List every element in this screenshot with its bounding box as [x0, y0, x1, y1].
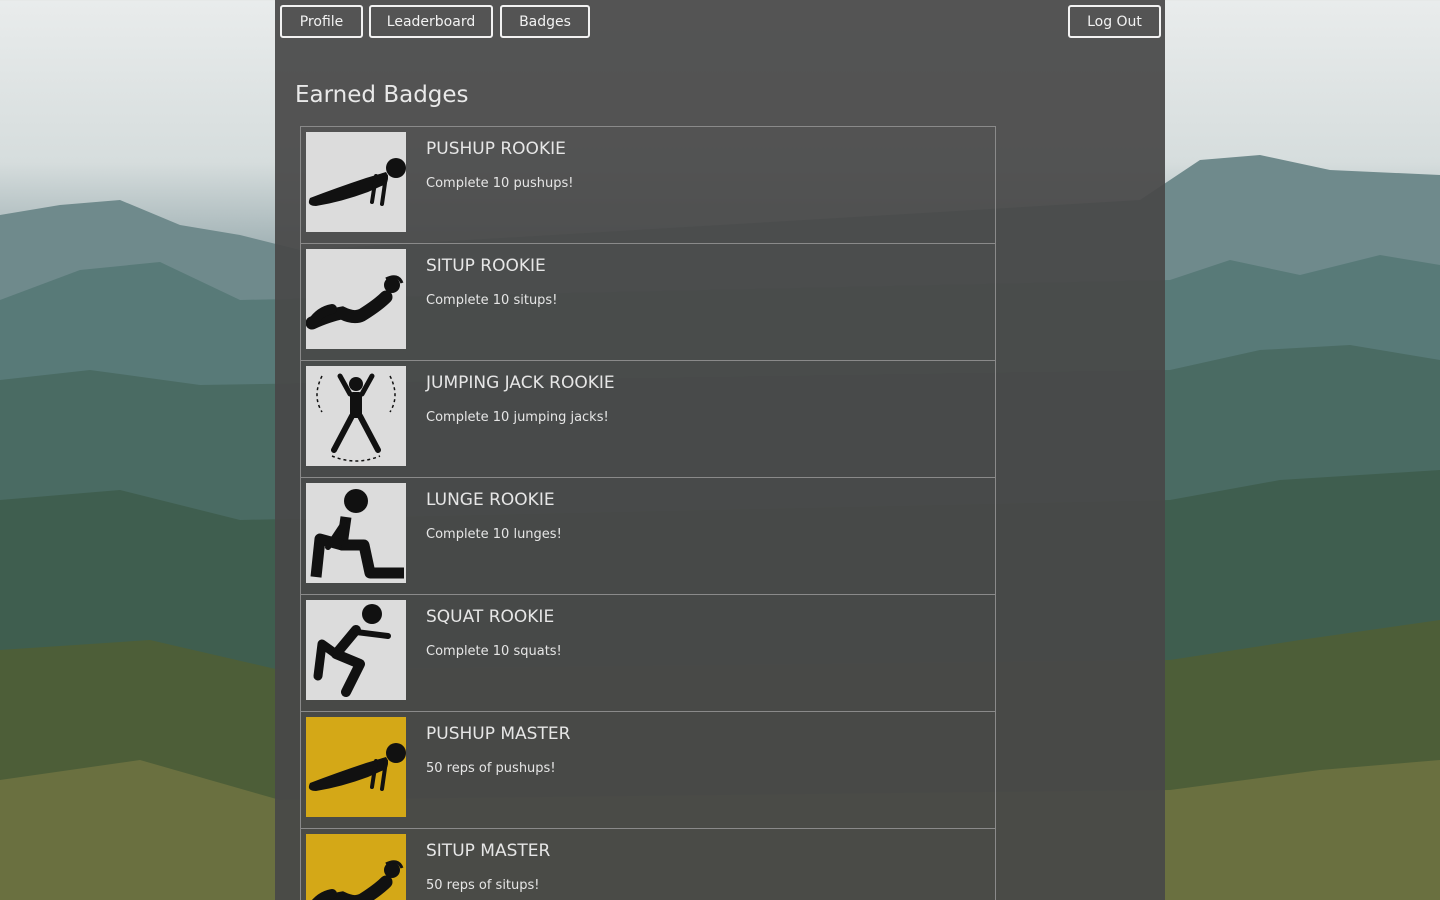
squat-icon: [306, 600, 406, 700]
pushup-icon: [306, 717, 406, 817]
badge-description: 50 reps of pushups!: [426, 761, 556, 776]
badge-description: Complete 10 jumping jacks!: [426, 410, 609, 425]
badge-card: PUSHUP MASTER 50 reps of pushups!: [300, 711, 996, 828]
badge-name: SQUAT ROOKIE: [426, 607, 555, 627]
badges-button[interactable]: Badges: [500, 5, 590, 38]
badge-card: SQUAT ROOKIE Complete 10 squats!: [300, 594, 996, 711]
logout-button[interactable]: Log Out: [1068, 5, 1161, 38]
profile-button[interactable]: Profile: [280, 5, 363, 38]
leaderboard-button[interactable]: Leaderboard: [369, 5, 493, 38]
badge-list: PUSHUP ROOKIE Complete 10 pushups! SITUP…: [300, 126, 996, 900]
badge-card: PUSHUP ROOKIE Complete 10 pushups!: [300, 126, 996, 243]
situp-icon: [306, 834, 406, 900]
badge-description: Complete 10 lunges!: [426, 527, 562, 542]
badge-description: Complete 10 squats!: [426, 644, 562, 659]
badge-name: LUNGE ROOKIE: [426, 490, 555, 510]
top-nav: Profile Leaderboard Badges Log Out: [275, 0, 1165, 50]
badge-card: JUMPING JACK ROOKIE Complete 10 jumping …: [300, 360, 996, 477]
lunge-icon: [306, 483, 406, 583]
pushup-icon: [306, 132, 406, 232]
situp-icon: [306, 249, 406, 349]
badge-description: Complete 10 situps!: [426, 293, 558, 308]
badge-description: 50 reps of situps!: [426, 878, 540, 893]
badge-name: SITUP MASTER: [426, 841, 551, 861]
badge-name: PUSHUP MASTER: [426, 724, 571, 744]
badge-card: SITUP ROOKIE Complete 10 situps!: [300, 243, 996, 360]
badge-card: LUNGE ROOKIE Complete 10 lunges!: [300, 477, 996, 594]
badge-card: SITUP MASTER 50 reps of situps!: [300, 828, 996, 900]
badge-name: PUSHUP ROOKIE: [426, 139, 566, 159]
main-panel: Profile Leaderboard Badges Log Out Earne…: [275, 0, 1165, 900]
badge-description: Complete 10 pushups!: [426, 176, 574, 191]
badge-name: JUMPING JACK ROOKIE: [426, 373, 615, 393]
badge-name: SITUP ROOKIE: [426, 256, 546, 276]
page-title: Earned Badges: [295, 82, 469, 108]
jumping-jack-icon: [306, 366, 406, 466]
